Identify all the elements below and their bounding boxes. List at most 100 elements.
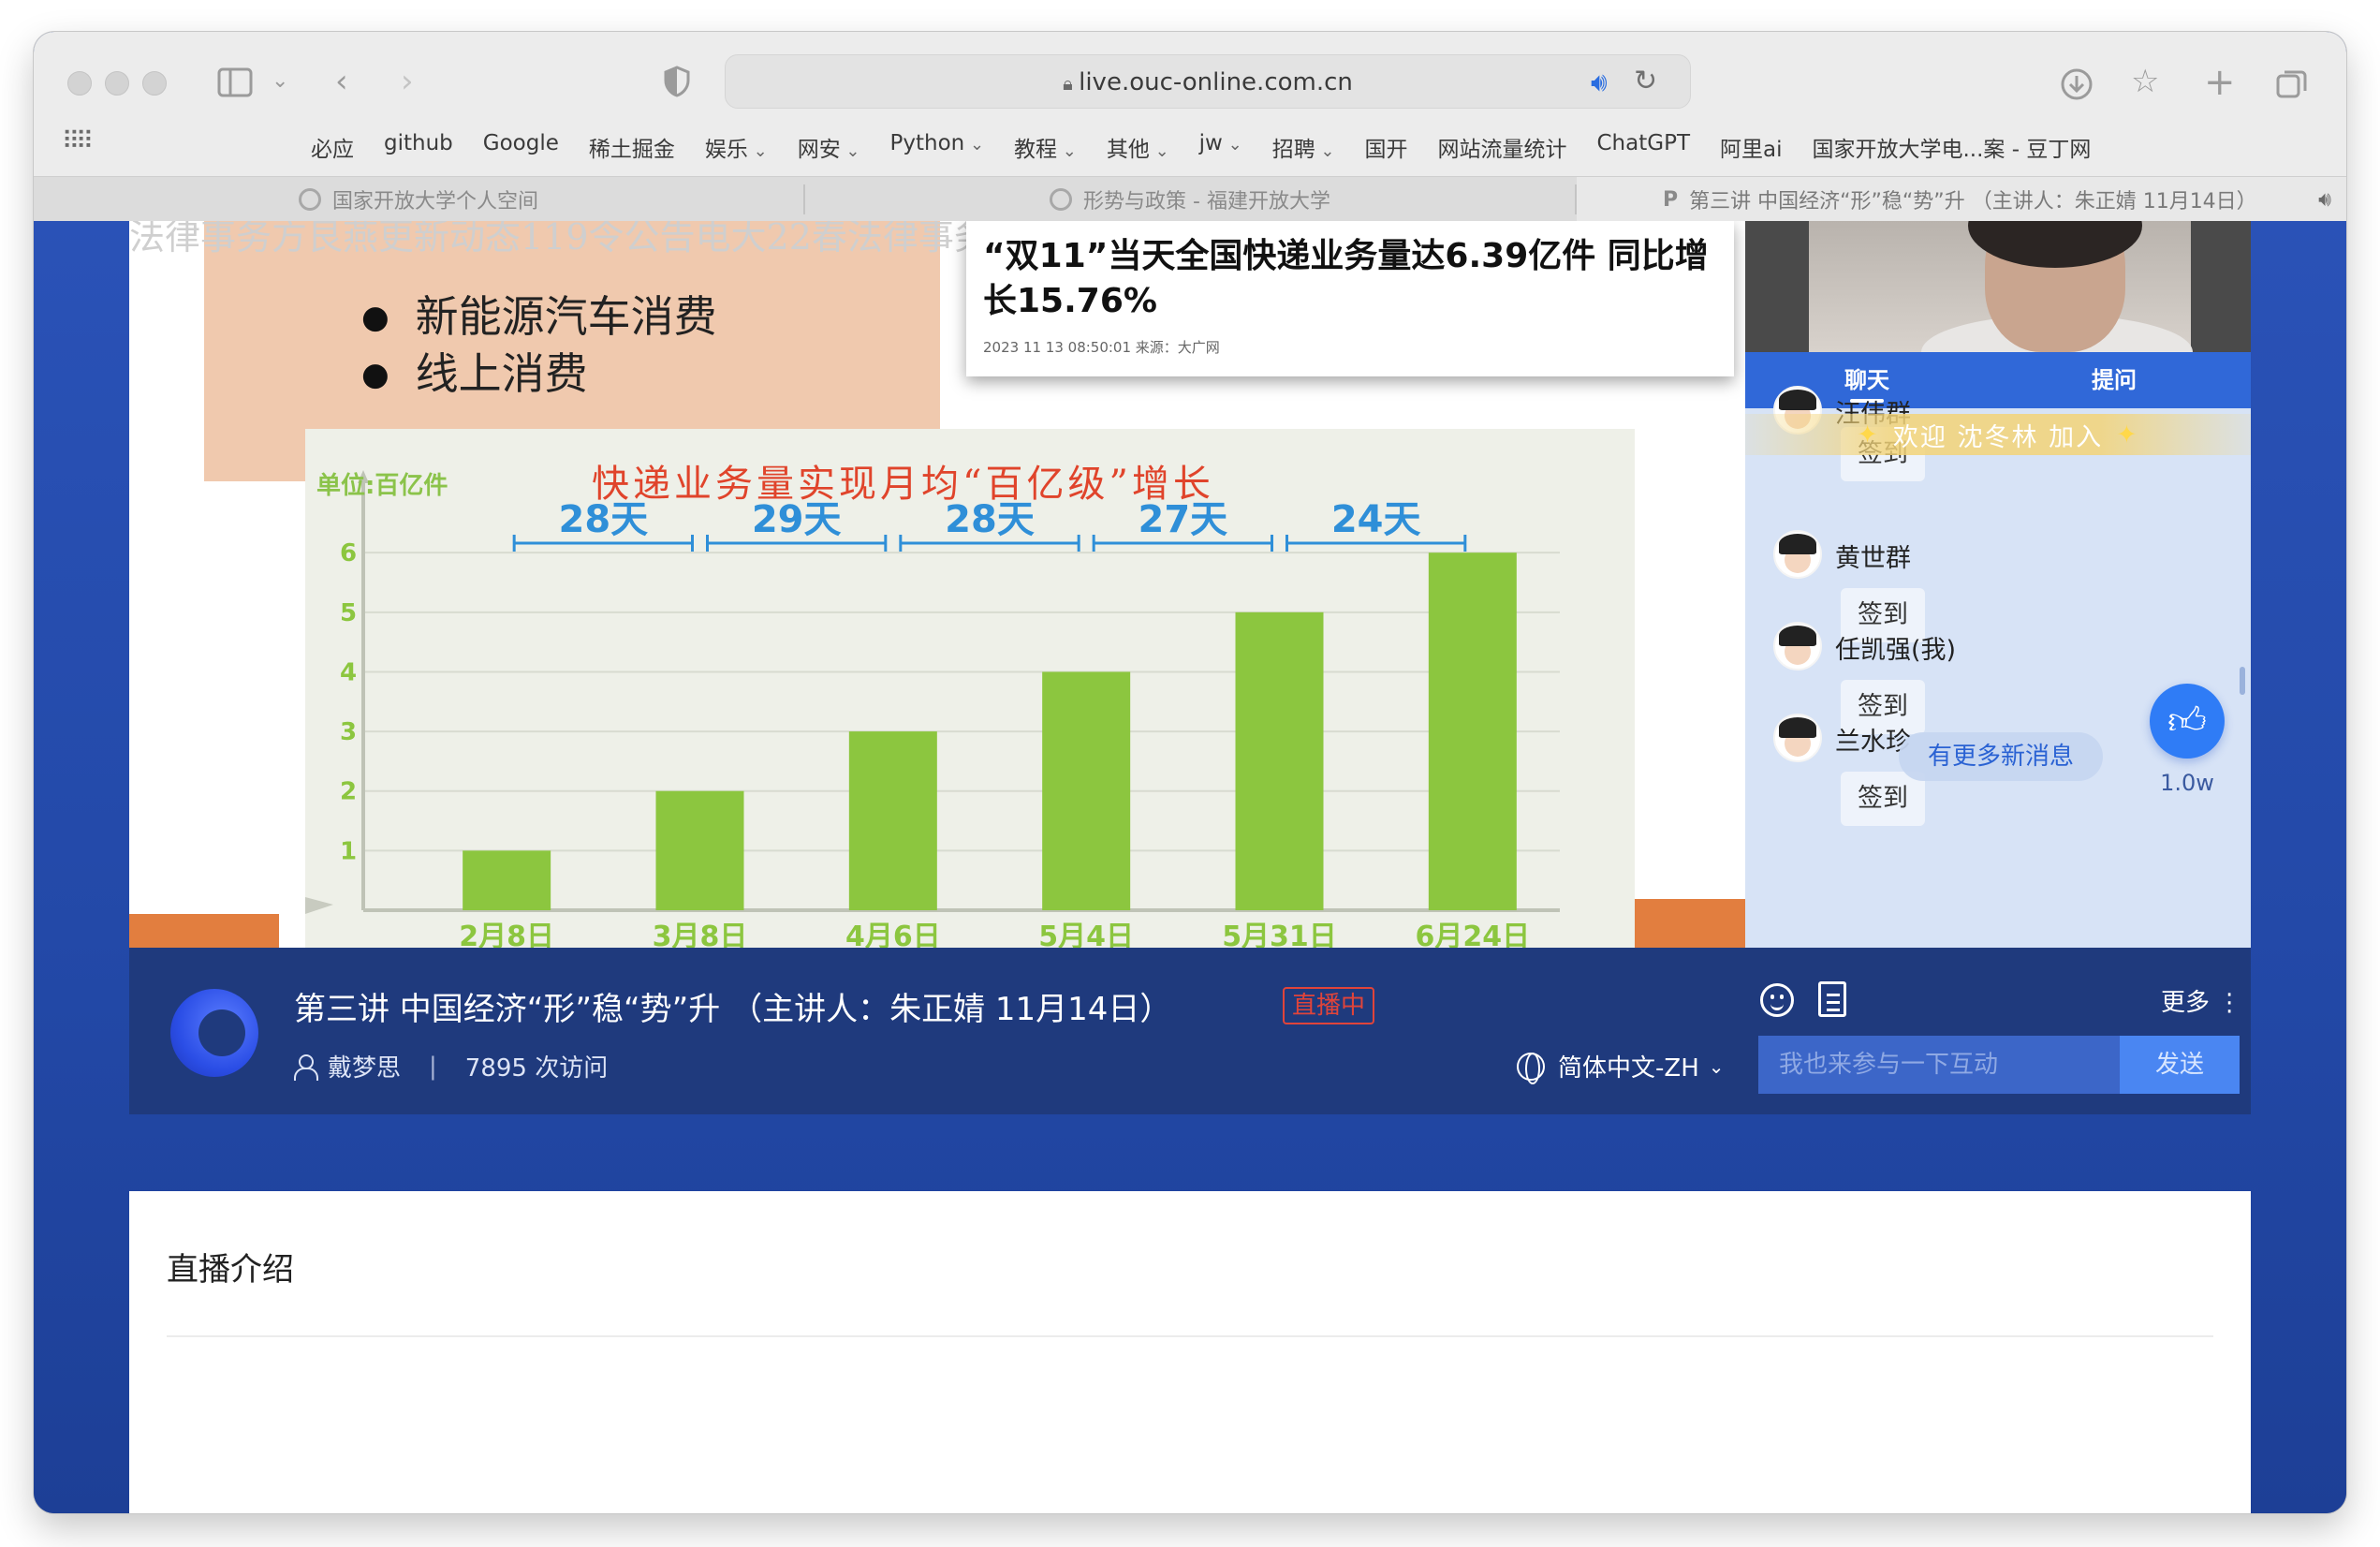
- chat-username: 黄世群: [1835, 544, 1911, 573]
- tab-overview-icon[interactable]: [2275, 67, 2309, 101]
- sidebar-toggle-icon[interactable]: [217, 67, 253, 97]
- x-tick-label: 4月6日: [845, 921, 941, 948]
- language-label: 简体中文-ZH: [1558, 1054, 1699, 1083]
- tab-audio-icon[interactable]: 🔊︎: [2318, 188, 2331, 212]
- back-icon[interactable]: ‹: [335, 66, 348, 97]
- address-bar[interactable]: 🔒︎ live.ouc-online.com.cn 🔊︎ ↻: [725, 54, 1691, 109]
- bookmark-folder-yule[interactable]: 娱乐: [705, 131, 768, 163]
- apps-grid-icon[interactable]: ⠿⠿: [62, 129, 94, 154]
- reload-icon[interactable]: ↻: [1634, 65, 1657, 97]
- bookmark-folder-zhaopin[interactable]: 招聘: [1272, 131, 1335, 163]
- intro-card: 直播介绍: [129, 1191, 2251, 1513]
- bookmark-chatgpt[interactable]: ChatGPT: [1597, 131, 1691, 163]
- chat-bubble: 签到: [1841, 772, 1925, 826]
- y-tick-label: 5: [340, 599, 357, 627]
- bookmark-folder-qita[interactable]: 其他: [1107, 131, 1169, 163]
- chat-message-input[interactable]: [1758, 1036, 2120, 1094]
- site-icon: [1050, 188, 1073, 211]
- tab-personal-space[interactable]: 国家开放大学个人空间: [34, 177, 803, 222]
- bookmark-folder-jw[interactable]: jw: [1199, 131, 1242, 163]
- bookmark-biying[interactable]: 必应: [311, 131, 354, 163]
- url-text[interactable]: 🔒︎ live.ouc-online.com.cn: [726, 68, 1690, 96]
- browser-window: ⌄ ‹ › 🔒︎ live.ouc-online.com.cn 🔊︎ ↻ ☆ +…: [34, 32, 2346, 1513]
- y-tick-label: 3: [340, 718, 357, 746]
- bookmark-folder-wangan[interactable]: 网安: [798, 131, 860, 163]
- bookmark-guokai[interactable]: 国开: [1365, 131, 1408, 163]
- chat-scrollbar[interactable]: [2240, 667, 2245, 695]
- x-tick-label: 3月8日: [653, 921, 748, 948]
- bookmarks-bar: 必应 github Google 稀土掘金 娱乐 网安 Python 教程 其他…: [311, 131, 2091, 163]
- tab-label: 第三讲 中国经济“形”稳“势”升 （主讲人：朱正婧 11月14日）: [1689, 190, 2257, 214]
- speaker-icon[interactable]: 🔊︎: [1591, 66, 1608, 98]
- tab-live-lecture[interactable]: P 第三讲 中国经济“形”稳“势”升 （主讲人：朱正婧 11月14日） 🔊︎: [1577, 177, 2346, 222]
- globe-icon: [1517, 1052, 1545, 1084]
- news-meta: 2023 11 13 08:50:01 来源：大广网: [983, 339, 1220, 356]
- y-tick-label: 4: [340, 658, 357, 686]
- channel-logo: [170, 989, 258, 1077]
- avatar: [1773, 622, 1822, 670]
- forward-icon[interactable]: ›: [401, 66, 414, 97]
- chevron-down-icon: ⌄: [1708, 1054, 1725, 1078]
- live-status-badge: 直播中: [1283, 987, 1375, 1024]
- bookmark-aliai[interactable]: 阿里ai: [1720, 131, 1782, 163]
- presenter-video[interactable]: [1745, 221, 2251, 352]
- bookmark-folder-python[interactable]: Python: [890, 131, 985, 163]
- bar: [1235, 611, 1324, 910]
- chevron-down-icon[interactable]: ⌄: [272, 71, 288, 92]
- privacy-shield-icon[interactable]: [663, 66, 691, 97]
- bookmark-google[interactable]: Google: [483, 131, 559, 163]
- bullet-item: 线上消费: [361, 346, 717, 403]
- close-window-button[interactable]: [67, 71, 92, 96]
- lecture-slide: 法律事务方艮燕更新动态119令公告电大22春法律事务方艮燕……119令 公告电大…: [129, 221, 1745, 948]
- intro-title: 直播介绍: [167, 1251, 294, 1289]
- sparkle-icon: ✦: [2116, 420, 2139, 449]
- slide-decoration: [129, 914, 279, 948]
- axis-decoration: [305, 897, 333, 914]
- bookmark-docin[interactable]: 国家开放大学电...案 - 豆丁网: [1812, 131, 2091, 163]
- tab-bar: 国家开放大学个人空间 形势与政策 - 福建开放大学 P 第三讲 中国经济“形”稳“…: [34, 176, 2346, 222]
- avatar: [1773, 714, 1822, 762]
- x-tick-label: 5月4日: [1038, 921, 1134, 948]
- chat-tab-bar: 聊天 提问: [1745, 352, 2251, 408]
- bookmark-github[interactable]: github: [384, 131, 453, 163]
- bookmark-folder-jiaocheng[interactable]: 教程: [1014, 131, 1077, 163]
- bookmark-traffic-stats[interactable]: 网站流量统计: [1438, 131, 1567, 163]
- live-title: 第三讲 中国经济“形”稳“势”升 （主讲人：朱正婧 11月14日）: [294, 991, 1172, 1028]
- divider: [167, 1335, 2213, 1337]
- send-button[interactable]: 发送: [2120, 1036, 2240, 1094]
- bookmark-juejin[interactable]: 稀土掘金: [589, 131, 675, 163]
- slide-bullets: 新能源汽车消费 线上消费: [361, 288, 717, 403]
- notes-icon[interactable]: [1818, 981, 1846, 1017]
- site-icon: [298, 188, 321, 211]
- thumbs-up-icon: 👍︎: [2167, 700, 2207, 743]
- tab-label: 国家开放大学个人空间: [331, 190, 538, 214]
- downloads-icon[interactable]: [2060, 67, 2094, 101]
- favorites-star-icon[interactable]: ☆: [2131, 66, 2159, 97]
- tab-label: 形势与政策 - 福建开放大学: [1083, 190, 1330, 214]
- y-tick-label: 6: [340, 539, 357, 567]
- minimize-window-button[interactable]: [105, 71, 129, 96]
- avatar: [1773, 530, 1822, 579]
- like-count: 1.0w: [2160, 770, 2214, 796]
- chat-input-bar: 更多 ⋮ 发送: [1745, 948, 2251, 1114]
- tab-policy[interactable]: 形势与政策 - 福建开放大学: [805, 177, 1575, 222]
- like-button[interactable]: 👍︎: [2150, 684, 2225, 759]
- sparkle-icon: ✦: [1857, 420, 1880, 449]
- y-tick-label: 1: [340, 837, 357, 865]
- more-button[interactable]: 更多 ⋮: [2161, 983, 2241, 1018]
- bar: [463, 850, 551, 910]
- host-name: 戴梦思: [328, 1054, 402, 1083]
- language-selector[interactable]: 简体中文-ZH ⌄: [1517, 1049, 1725, 1084]
- live-info-bar: 第三讲 中国经济“形”稳“势”升 （主讲人：朱正婧 11月14日） 直播中 戴梦…: [129, 948, 1745, 1114]
- tab-questions[interactable]: 提问: [2092, 352, 2137, 408]
- news-clipping: “双11”当天全国快递业务量达6.39亿件 同比增长15.76% 2023 11…: [966, 221, 1734, 376]
- zoom-window-button[interactable]: [142, 71, 167, 96]
- welcome-text: 欢迎 沈冬林 加入: [1892, 422, 2104, 452]
- emoji-icon[interactable]: [1760, 983, 1794, 1017]
- chat-panel: 聊天 提问 汪伟群 签到 ✦欢迎 沈冬林 加入✦ 黄世群 签到 任凯强(我) 签…: [1745, 352, 2251, 948]
- news-headline: “双11”当天全国快递业务量达6.39亿件 同比增长15.76%: [983, 237, 1709, 320]
- new-tab-icon[interactable]: +: [2204, 64, 2236, 101]
- more-messages-button[interactable]: 有更多新消息: [1899, 732, 2103, 781]
- user-icon: [294, 1053, 318, 1081]
- site-p-icon: P: [1663, 187, 1679, 212]
